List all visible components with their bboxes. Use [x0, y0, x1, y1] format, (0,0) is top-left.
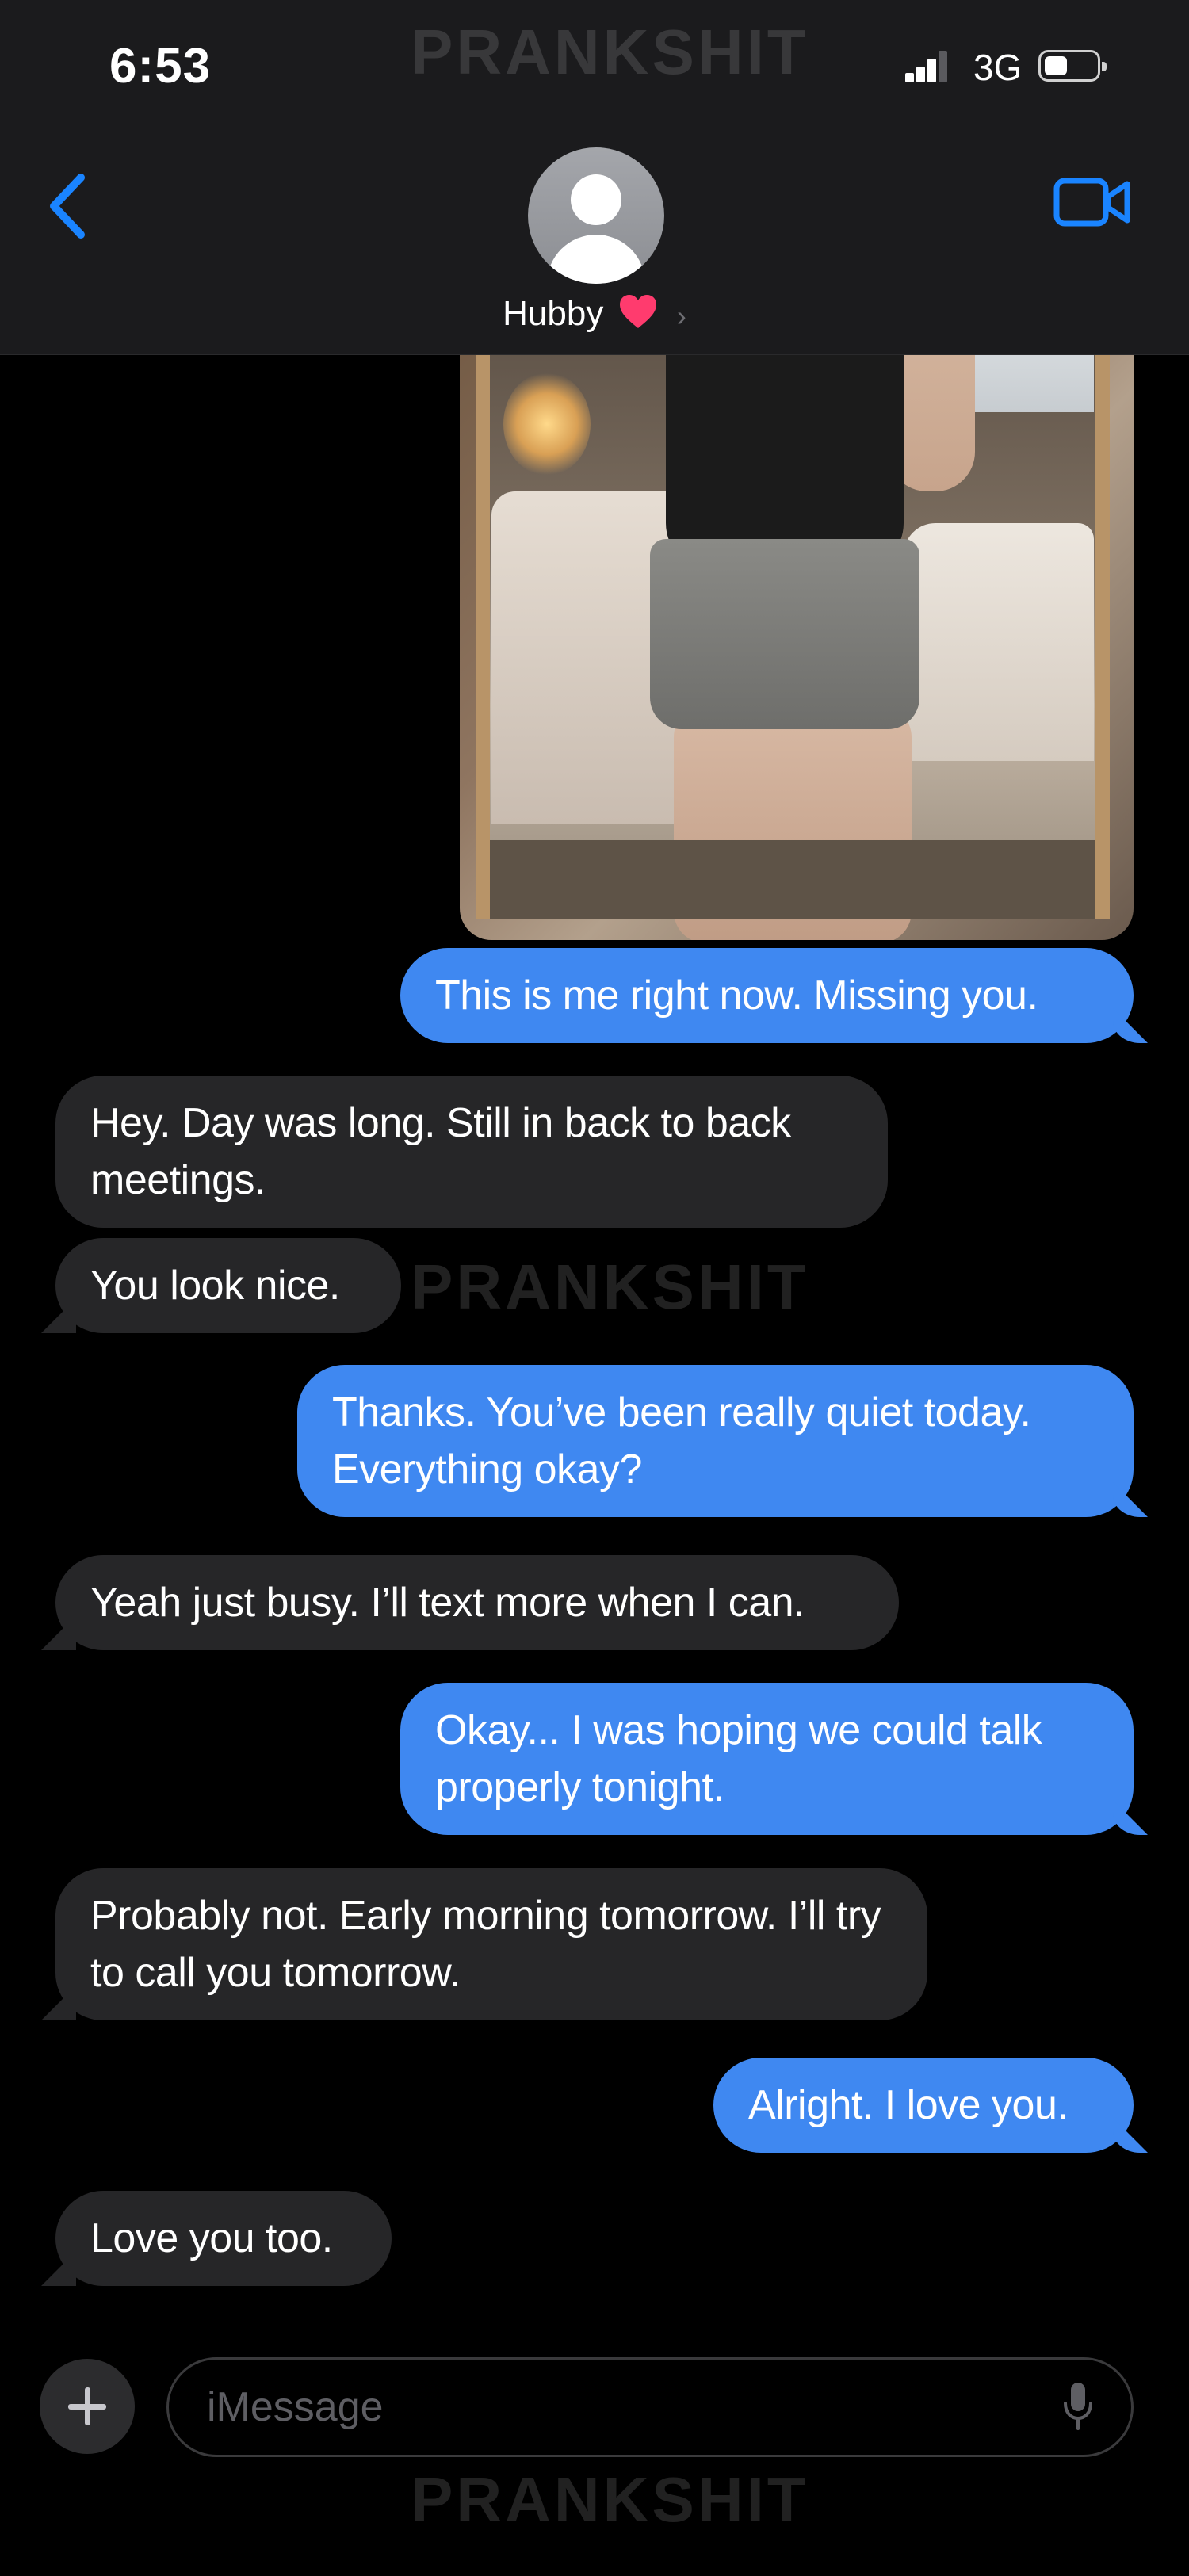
facetime-video-icon	[1053, 178, 1130, 227]
message-text: Yeah just busy. I’ll text more when I ca…	[90, 1580, 805, 1626]
message-bubble-outgoing[interactable]: Thanks. You’ve been really quiet today. …	[297, 1365, 1134, 1517]
message-bubble-incoming[interactable]: You look nice.	[55, 1238, 401, 1333]
message-text: You look nice.	[90, 1263, 340, 1309]
contact-avatar[interactable]	[528, 147, 664, 284]
heart-icon	[618, 293, 658, 338]
message-bubble-outgoing[interactable]: Okay... I was hoping we could talk prope…	[400, 1683, 1134, 1835]
photo-lamp	[503, 373, 591, 476]
status-time: 6:53	[109, 39, 212, 94]
messages-screen: 6:53 3G Hubby › This is me right now. Mi…	[0, 0, 1189, 2576]
network-type: 3G	[973, 47, 1023, 88]
conversation-header: 6:53 3G Hubby ›	[0, 0, 1189, 355]
microphone-icon[interactable]	[1062, 2381, 1094, 2433]
message-input[interactable]	[166, 2357, 1134, 2457]
message-text: Love you too.	[90, 2215, 333, 2261]
message-text: Probably not. Early morning tomorrow. I’…	[90, 1893, 881, 1996]
contact-name-button[interactable]: Hubby ›	[0, 293, 1189, 338]
message-bubble-incoming[interactable]: Love you too.	[55, 2191, 392, 2286]
watermark-bottom: PRANKSHIT	[411, 2464, 809, 2535]
message-text: This is me right now. Missing you.	[435, 973, 1038, 1019]
watermark-middle: PRANKSHIT	[411, 1252, 809, 1322]
message-text: Thanks. You’ve been really quiet today. …	[332, 1389, 1031, 1492]
photo-shorts	[650, 539, 919, 729]
photo-bed-right	[904, 523, 1094, 761]
facetime-video-button[interactable]	[1053, 174, 1132, 230]
message-bubble-outgoing[interactable]: Alright. I love you.	[713, 2058, 1134, 2153]
signal-icon	[905, 49, 947, 82]
photo-floor	[490, 840, 1095, 919]
message-text: Alright. I love you.	[748, 2082, 1069, 2128]
chevron-right-icon: ›	[676, 299, 686, 332]
back-button[interactable]	[41, 166, 97, 246]
plus-icon[interactable]	[40, 2359, 135, 2454]
avatar-head	[571, 174, 621, 225]
contact-name: Hubby	[503, 294, 604, 334]
message-text: Hey. Day was long. Still in back to back…	[90, 1100, 791, 1203]
message-bubble-outgoing[interactable]: This is me right now. Missing you.	[400, 948, 1134, 1043]
message-bubble-incoming[interactable]: Yeah just busy. I’ll text more when I ca…	[55, 1555, 899, 1650]
back-chevron-icon	[50, 174, 85, 239]
avatar-body	[547, 235, 645, 284]
message-bubble-incoming[interactable]: Probably not. Early morning tomorrow. I’…	[55, 1868, 927, 2020]
message-bubble-incoming[interactable]: Hey. Day was long. Still in back to back…	[55, 1076, 888, 1228]
battery-icon	[1038, 50, 1107, 82]
message-text: Okay... I was hoping we could talk prope…	[435, 1707, 1042, 1810]
